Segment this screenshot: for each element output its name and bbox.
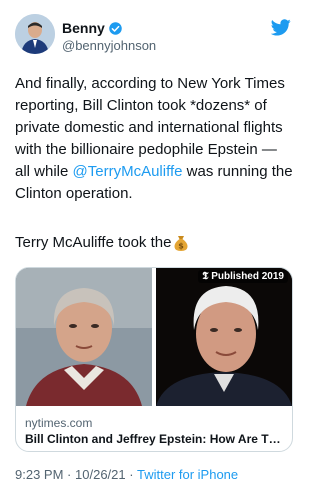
tweet-body: And finally, according to New York Times… [15, 73, 293, 205]
tweet-date[interactable]: 10/26/21 [75, 467, 126, 482]
published-badge: 𝕿 Published 2019 [198, 270, 288, 283]
author-names: Benny @bennyjohnson [62, 20, 156, 54]
card-domain: nytimes.com [25, 416, 93, 430]
display-name-text[interactable]: Benny [62, 20, 105, 37]
avatar[interactable] [15, 14, 55, 54]
author-display-name[interactable]: Benny [62, 20, 156, 37]
tweet-meta: 9:23 PM · 10/26/21 · Twitter for iPhone [15, 467, 238, 482]
card-image-left [16, 268, 152, 406]
mention-link[interactable]: @TerryMcAuliffe [73, 163, 183, 180]
author-handle[interactable]: @bennyjohnson [62, 37, 156, 54]
published-badge-text: Published 2019 [211, 271, 284, 282]
meta-separator: · [67, 467, 72, 482]
svg-text:$: $ [179, 242, 185, 251]
card-image-right: 𝕿 Published 2019 [156, 268, 292, 406]
link-card[interactable]: 𝕿 Published 2019 nytimes.com Bill Clinto… [15, 267, 293, 452]
twitter-bird-icon [271, 19, 291, 36]
tweet-second-paragraph: Terry McAuliffe took the $ [15, 232, 189, 254]
tweet-text-line2: Terry McAuliffe took the [15, 234, 172, 251]
tweet-header: Benny @bennyjohnson [15, 14, 291, 58]
meta-separator: · [129, 467, 134, 482]
card-title[interactable]: Bill Clinton and Jeffrey Epstein: How Ar… [25, 432, 287, 446]
tweet-time[interactable]: 9:23 PM [15, 467, 63, 482]
tweet-source[interactable]: Twitter for iPhone [137, 467, 238, 482]
verified-badge-icon [109, 22, 122, 35]
card-images: 𝕿 Published 2019 [16, 268, 292, 406]
money-bag-icon: $ [174, 236, 188, 251]
